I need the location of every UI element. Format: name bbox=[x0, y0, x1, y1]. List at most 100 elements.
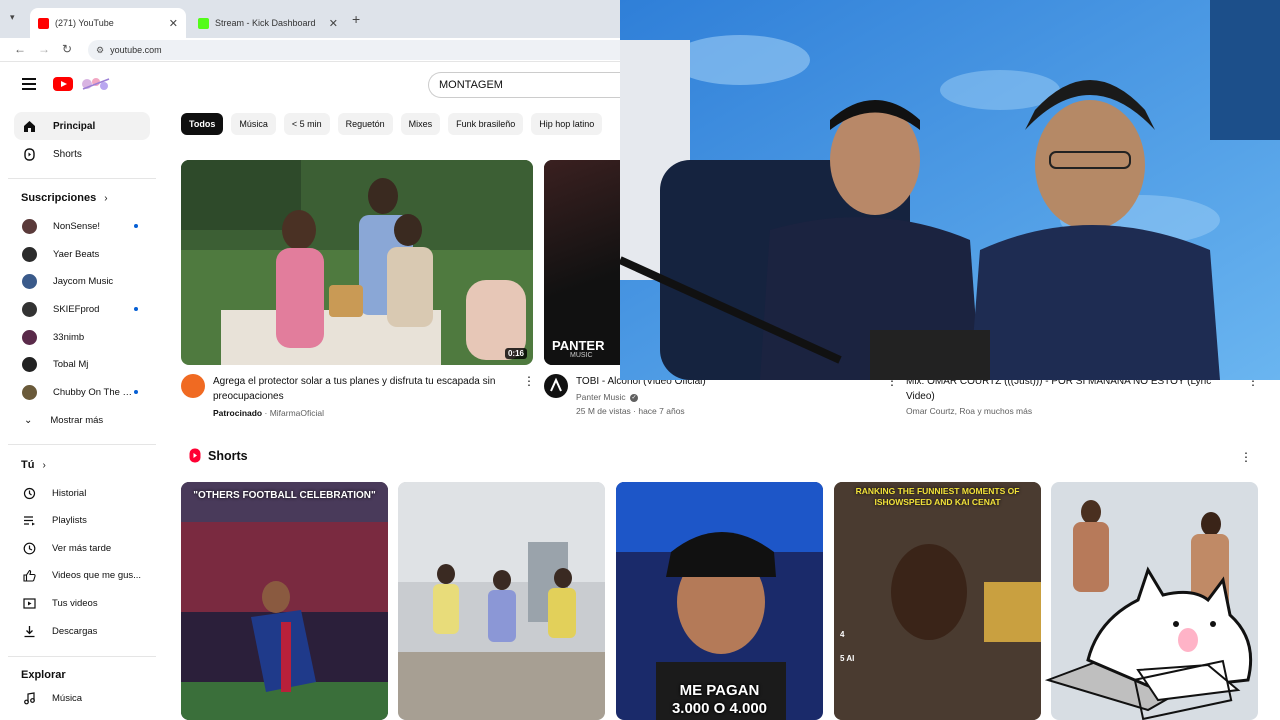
divider bbox=[8, 444, 156, 445]
show-more-button[interactable]: ⌄ Mostrar más bbox=[14, 407, 150, 433]
sidebar-item-label: Shorts bbox=[53, 148, 82, 160]
chip-musica[interactable]: Música bbox=[231, 113, 276, 135]
video-thumbnail-image bbox=[181, 160, 533, 365]
short-thumbnail-image bbox=[181, 482, 388, 720]
forward-icon[interactable]: → bbox=[38, 42, 50, 56]
url-field[interactable]: ⚙ youtube.com bbox=[88, 40, 620, 60]
chip-under-5-min[interactable]: < 5 min bbox=[283, 113, 330, 135]
thumbnail-brand-subtext: MUSIC bbox=[570, 352, 593, 359]
new-content-dot bbox=[134, 224, 138, 228]
you-heading[interactable]: Tú › bbox=[21, 459, 46, 471]
sidebar-item-your-videos[interactable]: Tus videos bbox=[14, 590, 150, 616]
shorts-icon bbox=[189, 448, 201, 463]
new-content-dot bbox=[134, 390, 138, 394]
tab-search-icon[interactable]: ▾ bbox=[10, 12, 15, 23]
chip-hip-hop-latino[interactable]: Hip hop latino bbox=[531, 113, 603, 135]
channel-name: Yaer Beats bbox=[53, 248, 100, 260]
sidebar-item-subscription[interactable]: Yaer Beats bbox=[14, 241, 150, 267]
avatar bbox=[22, 218, 37, 234]
sidebar-item-playlists[interactable]: Playlists bbox=[14, 507, 150, 533]
subscriptions-heading[interactable]: Suscripciones › bbox=[21, 192, 108, 204]
thumbnail-background bbox=[544, 160, 620, 365]
sidebar-item-label: Principal bbox=[53, 120, 96, 132]
history-icon bbox=[22, 486, 36, 500]
youtube-logo-icon[interactable] bbox=[53, 77, 73, 91]
browser-tab-youtube[interactable]: (271) YouTube ✕ bbox=[30, 8, 186, 38]
site-info-icon[interactable]: ⚙ bbox=[96, 45, 104, 56]
your-videos-icon bbox=[22, 596, 36, 610]
ranking-label: 5 AI bbox=[840, 654, 855, 663]
menu-icon[interactable] bbox=[22, 78, 36, 90]
browser-tab-bar: ▾ (271) YouTube ✕ Stream - Kick Dashboar… bbox=[0, 0, 620, 38]
tab-label: (271) YouTube bbox=[55, 18, 114, 28]
short-overlay-text: "OTHERS FOOTBALL CELEBRATION" bbox=[193, 490, 376, 501]
video-thumbnail[interactable]: 0:16 bbox=[181, 160, 533, 365]
subscriptions-heading-label: Suscripciones bbox=[21, 192, 97, 204]
more-options-icon[interactable]: ⋮ bbox=[523, 374, 535, 388]
close-icon[interactable]: ✕ bbox=[329, 17, 338, 30]
channel-name[interactable]: MifarmaOficial bbox=[270, 408, 324, 418]
search-input[interactable]: MONTAGEM bbox=[428, 72, 620, 98]
playlists-icon bbox=[22, 513, 36, 527]
explore-heading-label: Explorar bbox=[21, 669, 66, 681]
channel-name: SKIEFprod bbox=[53, 303, 100, 315]
youtube-favicon-icon bbox=[38, 17, 49, 29]
sidebar-item-music[interactable]: Música bbox=[14, 685, 150, 711]
divider bbox=[8, 656, 156, 657]
channel-name: 33nimb bbox=[53, 331, 85, 343]
sidebar-item-shorts[interactable]: Shorts bbox=[14, 140, 150, 168]
close-icon[interactable]: ✕ bbox=[169, 17, 178, 30]
back-icon[interactable]: ← bbox=[14, 42, 26, 56]
channel-name[interactable]: Omar Courtz, Roa y muchos más bbox=[906, 406, 1032, 416]
short-card[interactable] bbox=[398, 482, 605, 720]
bongo-cat-overlay bbox=[1044, 566, 1253, 720]
youtube-header: MONTAGEM bbox=[0, 62, 620, 108]
short-card[interactable]: "OTHERS FOOTBALL CELEBRATION" bbox=[181, 482, 388, 720]
avatar bbox=[22, 273, 37, 289]
sidebar: Principal Shorts Suscripciones › NonSens… bbox=[0, 108, 160, 720]
sidebar-item-downloads[interactable]: Descargas bbox=[14, 618, 150, 644]
sidebar-item-watch-later[interactable]: Ver más tarde bbox=[14, 535, 150, 561]
chip-mixes[interactable]: Mixes bbox=[400, 113, 441, 135]
sidebar-item-label: Tus videos bbox=[52, 597, 98, 609]
thumbnail-brand-text: PANTER bbox=[552, 338, 605, 353]
you-heading-label: Tú bbox=[21, 459, 35, 471]
sidebar-item-subscription[interactable]: SKIEFprod bbox=[14, 296, 150, 322]
kick-favicon-icon bbox=[198, 17, 209, 29]
more-options-icon[interactable]: ⋮ bbox=[1240, 450, 1252, 464]
screen: ▾ (271) YouTube ✕ Stream - Kick Dashboar… bbox=[0, 0, 1280, 720]
short-card[interactable]: ME PAGAN 3.000 O 4.000 bbox=[616, 482, 823, 720]
chip-funk-brasileno[interactable]: Funk brasileño bbox=[448, 113, 524, 135]
sidebar-item-subscription[interactable]: Jaycom Music bbox=[14, 268, 150, 294]
channel-name: Chubby On The B... bbox=[53, 386, 134, 398]
sidebar-item-subscription[interactable]: Chubby On The B... bbox=[14, 379, 150, 405]
doodle-icon[interactable] bbox=[79, 75, 113, 93]
video-meta: Patrocinado · MifarmaOficial bbox=[213, 408, 324, 418]
channel-avatar[interactable] bbox=[181, 374, 205, 398]
new-tab-icon[interactable]: + bbox=[352, 11, 360, 27]
sponsored-label: Patrocinado bbox=[213, 408, 263, 418]
sidebar-item-principal[interactable]: Principal bbox=[14, 112, 150, 140]
url-text: youtube.com bbox=[110, 45, 162, 55]
like-icon bbox=[22, 568, 36, 582]
sidebar-item-subscription[interactable]: 33nimb bbox=[14, 324, 150, 350]
watch-later-icon bbox=[22, 541, 36, 555]
browser-tab-kick[interactable]: Stream - Kick Dashboard ✕ bbox=[190, 8, 346, 38]
show-more-label: Mostrar más bbox=[50, 414, 104, 426]
video-stats: 25 M de vistas · hace 7 años bbox=[576, 406, 685, 416]
channel-name[interactable]: Panter Music ✓ bbox=[576, 392, 638, 402]
reload-icon[interactable]: ↻ bbox=[62, 42, 72, 56]
sidebar-item-subscription[interactable]: NonSense! bbox=[14, 213, 150, 239]
sidebar-item-liked-videos[interactable]: Videos que me gus... bbox=[14, 562, 150, 588]
short-thumbnail-image bbox=[398, 482, 605, 720]
video-title[interactable]: Agrega el protector solar a tus planes y… bbox=[213, 374, 518, 404]
sidebar-item-subscription[interactable]: Tobal Mj bbox=[14, 351, 150, 377]
address-bar: ← → ↻ ⚙ youtube.com bbox=[0, 38, 620, 62]
channel-avatar[interactable] bbox=[544, 374, 568, 398]
chip-regueton[interactable]: Reguetón bbox=[337, 113, 393, 135]
chip-todos[interactable]: Todos bbox=[181, 113, 224, 135]
avatar bbox=[22, 329, 37, 345]
sidebar-item-historial[interactable]: Historial bbox=[14, 480, 150, 506]
channel-name-text: Panter Music bbox=[576, 392, 626, 402]
video-thumbnail[interactable]: PANTER MUSIC bbox=[544, 160, 620, 365]
